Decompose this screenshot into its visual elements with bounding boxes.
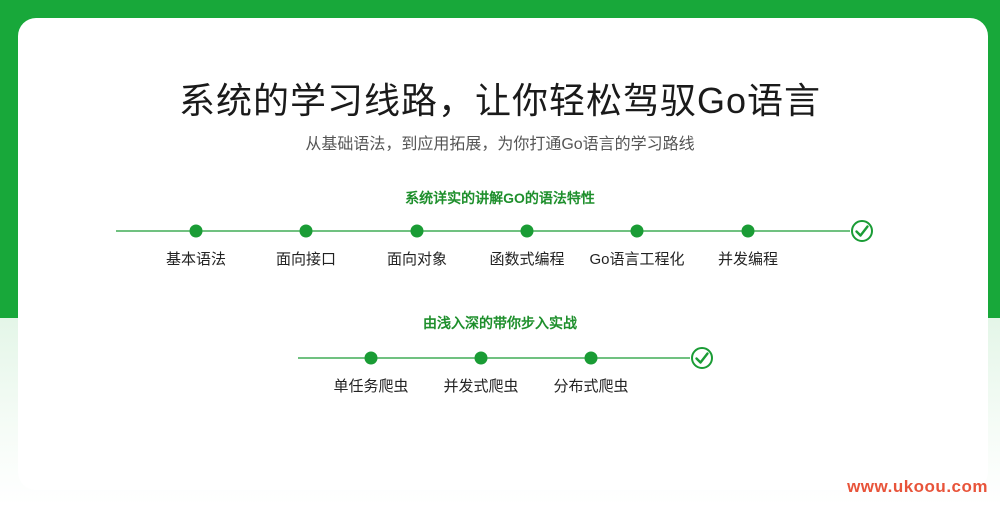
timeline1-dot (630, 224, 644, 238)
timeline1-dot (189, 224, 203, 238)
timeline2-dot (474, 351, 488, 365)
step-label: 函数式编程 (489, 251, 565, 268)
step-label: 面向接口 (275, 251, 336, 268)
section2-heading: 由浅入深的带你步入实战 (423, 315, 577, 331)
step-label: 单任务爬虫 (333, 378, 409, 395)
step-label: 并发编程 (717, 251, 778, 268)
timeline1-dot (410, 224, 424, 238)
timeline1-dot (299, 224, 313, 238)
timeline2-dot (584, 351, 598, 365)
step-label: Go语言工程化 (589, 251, 685, 268)
site-watermark: www.ukoou.com (847, 477, 988, 496)
step-label: 基本语法 (165, 251, 226, 268)
timeline2-dot (364, 351, 378, 365)
check-circle-icon (851, 220, 873, 242)
timeline1-dot (520, 224, 534, 238)
step-label: 面向对象 (386, 251, 447, 268)
step-label: 并发式爬虫 (443, 378, 519, 395)
check-circle-icon (691, 347, 713, 369)
step-label: 分布式爬虫 (553, 378, 629, 395)
timeline1-dot (741, 224, 755, 238)
